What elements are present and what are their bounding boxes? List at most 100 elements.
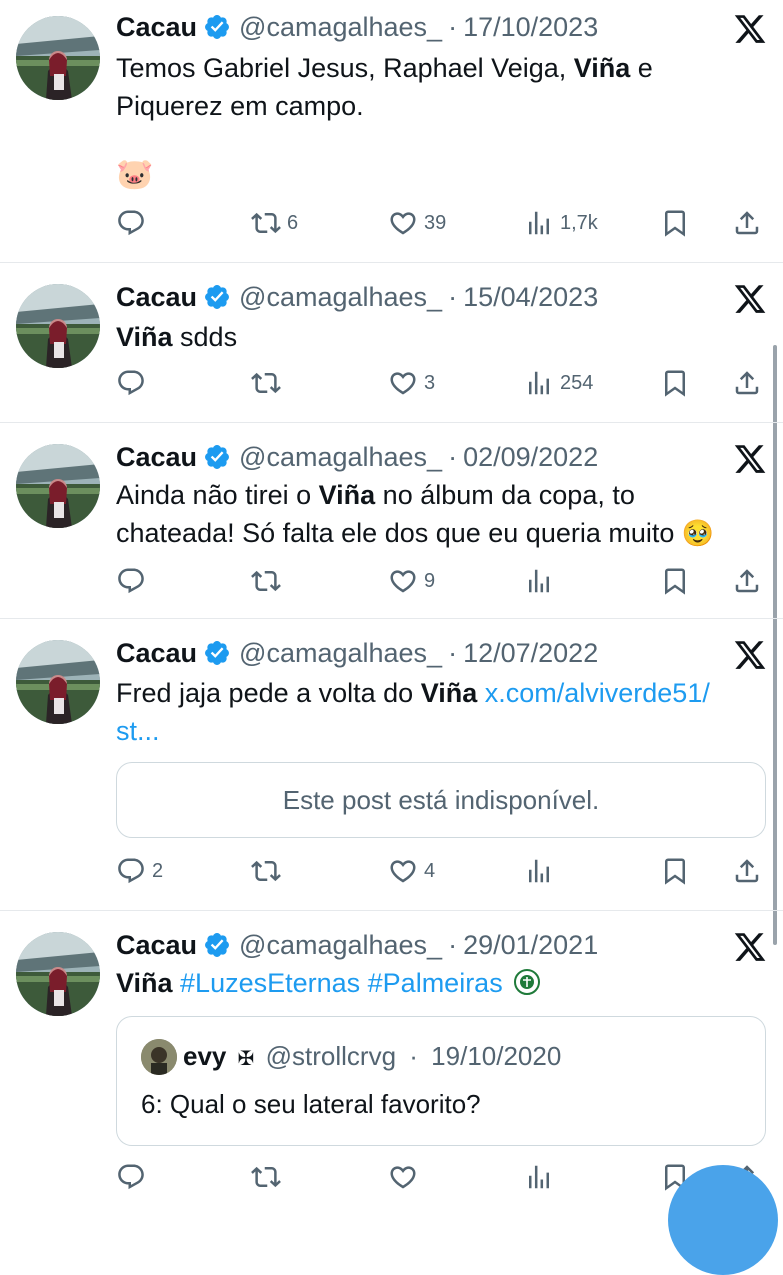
like-button[interactable]: 39 <box>388 206 446 240</box>
avatar[interactable] <box>16 444 100 528</box>
display-name[interactable]: Cacau <box>116 12 197 43</box>
repost-button[interactable] <box>251 564 287 598</box>
x-logo-icon[interactable] <box>733 12 767 46</box>
bookmark-icon <box>660 566 690 596</box>
handle[interactable]: @camagalhaes_ <box>239 12 442 43</box>
tweet[interactable]: Cacau @camagalhaes_ · 02/09/2022 Ainda n… <box>0 422 783 619</box>
bookmark-button[interactable] <box>660 206 690 240</box>
compose-fab[interactable] <box>668 1165 778 1275</box>
display-name[interactable]: Cacau <box>116 930 197 961</box>
display-name[interactable]: Cacau <box>116 282 197 313</box>
highlighted-word: Viña <box>318 480 376 510</box>
share-button[interactable] <box>732 206 762 240</box>
reply-button[interactable] <box>116 206 152 240</box>
quoted-avatar[interactable] <box>141 1039 177 1075</box>
bookmark-icon <box>660 208 690 238</box>
handle[interactable]: @camagalhaes_ <box>239 442 442 473</box>
quoted-handle[interactable]: @strollcrvg <box>266 1041 396 1071</box>
views-icon <box>524 856 554 886</box>
separator-dot: · <box>409 1041 418 1071</box>
views-button[interactable] <box>524 854 560 888</box>
views-button[interactable]: 1,7k <box>524 206 598 240</box>
tweet[interactable]: Cacau @camagalhaes_ · 15/04/2023 Viña sd… <box>0 262 783 423</box>
share-icon <box>732 368 762 398</box>
repost-icon <box>251 856 281 886</box>
like-button[interactable]: 3 <box>388 366 435 400</box>
bookmark-button[interactable] <box>660 366 690 400</box>
unavailable-post-card[interactable]: Este post está indisponível. <box>116 762 766 838</box>
palmeiras-crest-emoji <box>514 969 541 995</box>
x-logo-icon[interactable] <box>733 930 767 964</box>
quoted-date[interactable]: 19/10/2020 <box>431 1041 561 1071</box>
like-button[interactable]: 9 <box>388 564 435 598</box>
share-button[interactable] <box>732 854 762 888</box>
like-icon <box>388 368 418 398</box>
x-logo-icon[interactable] <box>733 638 767 672</box>
tweet-date[interactable]: 17/10/2023 <box>463 12 598 43</box>
separator-dot: · <box>448 11 458 42</box>
tweet-date[interactable]: 02/09/2022 <box>463 442 598 473</box>
verified-badge-icon <box>203 931 231 959</box>
tweet-date[interactable]: 29/01/2021 <box>463 930 598 961</box>
handle[interactable]: @camagalhaes_ <box>239 282 442 313</box>
quoted-tweet[interactable]: evy ✠ @strollcrvg · 19/10/2020 6: Qual o… <box>116 1016 766 1146</box>
pleading-face-emoji: 🥹 <box>681 518 715 548</box>
tweet-header: Cacau @camagalhaes_ · 29/01/2021 <box>116 928 598 962</box>
share-icon <box>732 566 762 596</box>
share-button[interactable] <box>732 564 762 598</box>
display-name[interactable]: Cacau <box>116 638 197 669</box>
avatar[interactable] <box>16 16 100 100</box>
quoted-text: 6: Qual o seu lateral favorito? <box>141 1089 481 1119</box>
repost-button[interactable] <box>251 854 287 888</box>
tweet-link[interactable]: x.com/alviverde51/ <box>477 678 710 708</box>
views-button[interactable]: 254 <box>524 366 593 400</box>
x-logo-icon[interactable] <box>733 282 767 316</box>
separator-dot: · <box>448 441 458 472</box>
x-logo-icon[interactable] <box>733 442 767 476</box>
quoted-display-name[interactable]: evy <box>183 1041 226 1071</box>
tweet-date[interactable]: 15/04/2023 <box>463 282 598 313</box>
handle[interactable]: @camagalhaes_ <box>239 638 442 669</box>
tweet[interactable]: Cacau @camagalhaes_ · 29/01/2021 Viña #L… <box>0 910 783 1200</box>
like-button[interactable]: 4 <box>388 854 435 888</box>
reply-button[interactable] <box>116 564 152 598</box>
reply-button[interactable] <box>116 1160 152 1194</box>
verified-badge-icon <box>203 639 231 667</box>
bookmark-icon <box>660 368 690 398</box>
share-icon <box>732 856 762 886</box>
avatar[interactable] <box>16 932 100 1016</box>
like-icon <box>388 566 418 596</box>
tweet-actions <box>116 1160 766 1194</box>
bookmark-button[interactable] <box>660 564 690 598</box>
highlighted-word: Viña <box>116 322 173 352</box>
repost-button[interactable]: 6 <box>251 206 298 240</box>
avatar[interactable] <box>16 284 100 368</box>
share-button[interactable] <box>732 366 762 400</box>
handle[interactable]: @camagalhaes_ <box>239 930 442 961</box>
repost-icon <box>251 1162 281 1192</box>
tweet-date[interactable]: 12/07/2022 <box>463 638 598 669</box>
like-button[interactable] <box>388 1160 424 1194</box>
hashtags[interactable]: #LuzesEternas #Palmeiras <box>173 968 503 998</box>
bookmark-button[interactable] <box>660 854 690 888</box>
tweet-header: Cacau @camagalhaes_ · 02/09/2022 <box>116 440 598 474</box>
verified-badge-icon <box>203 443 231 471</box>
tweet-text: Ainda não tirei o Viña no álbum da copa,… <box>116 480 715 548</box>
reply-icon <box>116 566 146 596</box>
display-name[interactable]: Cacau <box>116 442 197 473</box>
repost-button[interactable] <box>251 366 287 400</box>
avatar[interactable] <box>16 640 100 724</box>
repost-button[interactable] <box>251 1160 287 1194</box>
reply-button[interactable] <box>116 366 152 400</box>
tweet[interactable]: Cacau @camagalhaes_ · 12/07/2022 Fred ja… <box>0 618 783 911</box>
views-button[interactable] <box>524 564 560 598</box>
highlighted-word: Viña <box>573 53 631 83</box>
separator-dot: · <box>448 929 458 960</box>
tweet[interactable]: Cacau @camagalhaes_ · 17/10/2023 Temos G… <box>0 0 783 263</box>
tweet-text: Viña #LuzesEternas #Palmeiras <box>116 964 766 1002</box>
views-button[interactable] <box>524 1160 560 1194</box>
tweet-link-continued[interactable]: st... <box>116 716 160 746</box>
reply-button[interactable]: 2 <box>116 854 163 888</box>
reply-icon <box>116 1162 146 1192</box>
tweet-actions: 3 254 <box>116 366 766 400</box>
